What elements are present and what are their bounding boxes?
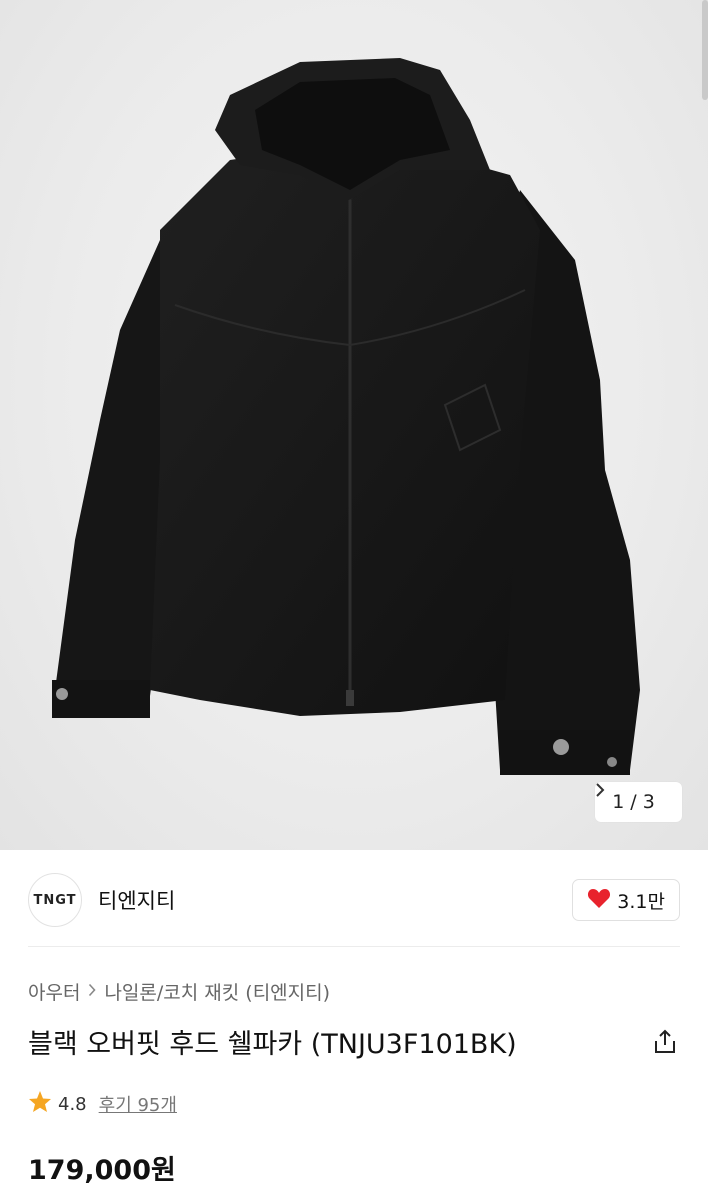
heart-icon bbox=[587, 887, 611, 914]
breadcrumb-item-category[interactable]: 아우터 bbox=[28, 978, 80, 1005]
chevron-right-icon bbox=[88, 981, 97, 1002]
brand-row: TNGT 티엔지티 3.1만 bbox=[28, 872, 680, 928]
pager-separator: / bbox=[630, 791, 637, 813]
like-count: 3.1만 bbox=[617, 890, 665, 913]
jacket-image bbox=[52, 58, 640, 775]
like-button[interactable]: 3.1만 bbox=[572, 879, 680, 921]
pager-total: 3 bbox=[642, 791, 655, 813]
scrollbar[interactable] bbox=[702, 0, 708, 100]
product-price: 179,000원 bbox=[28, 1155, 176, 1186]
image-pager[interactable]: 1 / 3 bbox=[595, 782, 682, 822]
breadcrumb: 아우터 나일론/코치 재킷 (티엔지티) bbox=[28, 978, 330, 1005]
breadcrumb-item-subcategory[interactable]: 나일론/코치 재킷 (티엔지티) bbox=[104, 978, 330, 1005]
star-icon bbox=[28, 1090, 52, 1118]
divider bbox=[28, 946, 680, 947]
pager-current: 1 bbox=[612, 791, 625, 813]
brand-name[interactable]: 티엔지티 bbox=[98, 885, 175, 915]
share-icon[interactable] bbox=[650, 1027, 680, 1057]
rating-value: 4.8 bbox=[58, 1093, 87, 1115]
title-row: 블랙 오버핏 후드 쉘파카 (TNJU3F101BK) bbox=[28, 1022, 680, 1061]
product-title: 블랙 오버핏 후드 쉘파카 (TNJU3F101BK) bbox=[28, 1029, 517, 1060]
brand-logo-text: TNGT bbox=[33, 892, 77, 908]
brand-logo[interactable]: TNGT bbox=[28, 873, 82, 927]
rating-row: 4.8 후기 95개 bbox=[28, 1090, 177, 1118]
review-link[interactable]: 후기 95개 bbox=[99, 1091, 177, 1117]
product-image-gallery[interactable]: 1 / 3 bbox=[0, 0, 708, 850]
